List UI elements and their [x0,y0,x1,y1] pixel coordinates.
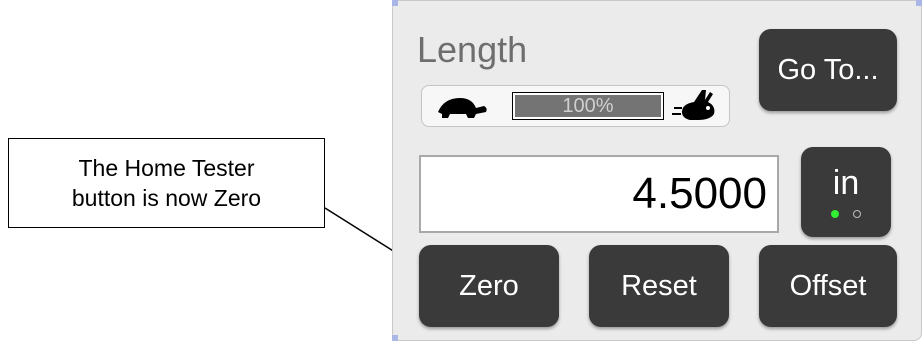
goto-label: Go To... [777,53,879,86]
unit-indicator-led [853,210,861,218]
speed-slider[interactable]: 100% [512,92,664,120]
annotation-callout: The Home Tester button is now Zero [8,138,325,228]
offset-button[interactable]: Offset [759,245,897,327]
offset-label: Offset [789,269,867,302]
panel-corner-mark [916,0,922,6]
rabbit-icon[interactable] [672,88,722,124]
goto-button[interactable]: Go To... [759,29,897,111]
zero-label: Zero [459,269,519,302]
panel-title: Length [417,29,528,70]
length-control-panel: Length Go To... 100% 4.5000 in Zero Rese… [392,0,922,341]
unit-toggle-button[interactable]: in [801,147,891,237]
speed-percent: 100% [562,94,614,117]
zero-button[interactable]: Zero [419,245,559,327]
annotation-text: The Home Tester button is now Zero [71,155,262,211]
unit-indicators [831,210,861,218]
reset-button[interactable]: Reset [589,245,729,327]
panel-corner-mark [392,335,398,341]
unit-label: in [832,164,860,202]
panel-corner-mark [392,0,398,6]
length-value: 4.5000 [632,169,767,218]
turtle-icon[interactable] [432,92,490,122]
unit-indicator-led [831,210,839,218]
speed-fill: 100% [515,95,661,117]
speed-control[interactable]: 100% [421,85,730,127]
reset-label: Reset [621,269,697,302]
length-readout-field[interactable]: 4.5000 [419,155,779,233]
